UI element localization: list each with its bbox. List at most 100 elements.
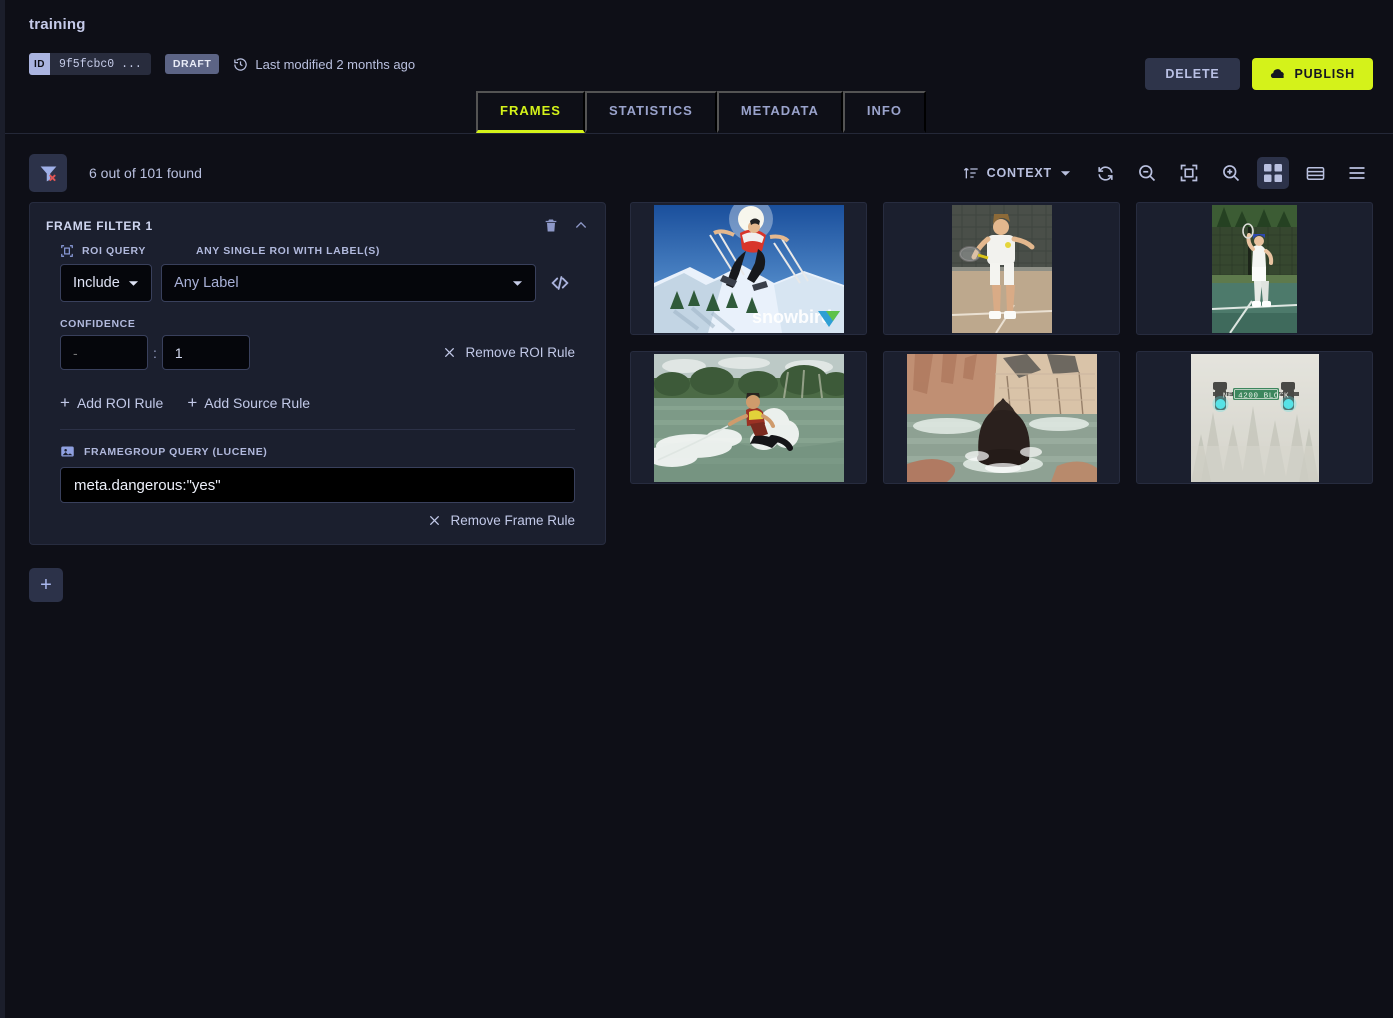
- zoom-out-button[interactable]: [1131, 157, 1163, 189]
- refresh-icon: [1096, 164, 1115, 183]
- add-source-rule-label: Add Source Rule: [204, 394, 311, 411]
- grid-view-icon: [1264, 164, 1282, 182]
- chevron-up-icon[interactable]: [573, 217, 589, 234]
- filter-card-title: FRAME FILTER 1: [46, 218, 153, 233]
- remove-roi-rule-label: Remove ROI Rule: [465, 345, 575, 360]
- chevron-down-icon: [1060, 168, 1071, 179]
- sort-context-dropdown[interactable]: CONTEXT: [955, 159, 1079, 187]
- frame-rule-actions: Remove Frame Rule: [60, 513, 575, 528]
- lucene-query-input[interactable]: [60, 467, 575, 503]
- fit-icon: [1179, 163, 1199, 183]
- page-header: training ID 9f5fcbc0 ... DRAFT Last modi…: [5, 0, 1393, 90]
- content-area: FRAME FILTER 1 ROI QUERY ANY SINGLE ROI …: [5, 194, 1393, 602]
- plus-icon: +: [60, 393, 70, 412]
- frame-rule: FRAMEGROUP QUERY (LUCENE) Remove Frame R…: [46, 430, 589, 528]
- confidence-label: CONFIDENCE: [60, 318, 136, 330]
- frame-thumbnail-bear[interactable]: [883, 351, 1120, 484]
- confidence-separator: :: [153, 344, 157, 361]
- sort-context-label: CONTEXT: [986, 166, 1052, 180]
- label-select[interactable]: Any Label: [161, 264, 536, 302]
- zoom-in-button[interactable]: [1215, 157, 1247, 189]
- frame-thumbnail-tennis-serving[interactable]: [1136, 202, 1373, 335]
- filter-card-header: FRAME FILTER 1: [46, 217, 589, 234]
- tab-frames[interactable]: FRAMES: [476, 91, 585, 133]
- status-badge: DRAFT: [164, 54, 220, 74]
- image-icon: [60, 444, 75, 459]
- remove-roi-rule-button[interactable]: Remove ROI Rule: [443, 345, 575, 360]
- list-view-button[interactable]: [1299, 157, 1331, 189]
- filter-column: FRAME FILTER 1 ROI QUERY ANY SINGLE ROI …: [29, 202, 606, 602]
- last-modified-text: Last modified 2 months ago: [255, 56, 416, 72]
- bear-sitting-in-water-image: [906, 353, 1097, 482]
- frame-thumbnail-tennis-forehand[interactable]: [883, 202, 1120, 335]
- skier-jumping-snowbird-image: snowbird: [653, 204, 844, 333]
- close-icon: [428, 514, 441, 527]
- roi-query-icon: [60, 244, 74, 258]
- remove-frame-rule-label: Remove Frame Rule: [450, 513, 575, 528]
- framegroup-label-row: FRAMEGROUP QUERY (LUCENE): [60, 444, 575, 459]
- id-chip-key: ID: [29, 53, 50, 75]
- code-icon: [549, 272, 571, 294]
- frame-thumbnail-skier[interactable]: snowbird: [630, 202, 867, 335]
- frame-thumbnail-wakeboarder[interactable]: [630, 351, 867, 484]
- confidence-max-input[interactable]: [161, 335, 250, 370]
- frame-filter-card: FRAME FILTER 1 ROI QUERY ANY SINGLE ROI …: [29, 202, 606, 545]
- include-exclude-value: Include: [73, 275, 120, 291]
- frames-toolbar: 6 out of 101 found CONTEXT: [5, 134, 1393, 194]
- code-view-button[interactable]: [545, 272, 575, 294]
- tennis-player-serving-image: [1212, 204, 1297, 333]
- fit-to-screen-button[interactable]: [1173, 157, 1205, 189]
- confidence-row: : Remove ROI Rule: [60, 335, 575, 370]
- delete-button[interactable]: DELETE: [1145, 58, 1240, 90]
- framegroup-query-label: FRAMEGROUP QUERY (LUCENE): [84, 445, 268, 458]
- id-chip-value: 9f5fcbc0 ...: [59, 57, 142, 71]
- tab-metadata[interactable]: METADATA: [716, 91, 843, 133]
- include-exclude-select[interactable]: Include: [60, 264, 153, 302]
- remove-frame-rule-button[interactable]: Remove Frame Rule: [428, 513, 575, 528]
- publish-button[interactable]: PUBLISH: [1251, 58, 1373, 90]
- trash-icon[interactable]: [543, 217, 559, 234]
- filter-clear-icon: [38, 163, 59, 184]
- toolbar-right: CONTEXT: [955, 157, 1373, 189]
- snowbird-watermark: snowbird: [752, 307, 840, 327]
- roi-rule-labels: ROI QUERY ANY SINGLE ROI WITH LABEL(S): [60, 244, 575, 258]
- traffic-light-in-fog-image: NE 4200 BLOCK: [1190, 353, 1319, 482]
- plus-icon: +: [187, 393, 198, 412]
- menu-button[interactable]: [1341, 157, 1373, 189]
- wakeboarder-on-lake-image: [653, 353, 844, 482]
- svg-text:snowbird: snowbird: [752, 307, 832, 327]
- refresh-button[interactable]: [1089, 157, 1121, 189]
- tab-statistics[interactable]: STATISTICS: [584, 91, 717, 133]
- cloud-upload-icon: [1270, 66, 1287, 83]
- add-roi-rule-label: Add ROI Rule: [76, 394, 164, 411]
- last-modified: Last modified 2 months ago: [233, 57, 415, 72]
- label-select-value: Any Label: [174, 275, 239, 291]
- close-icon: [443, 346, 456, 359]
- publish-button-label: PUBLISH: [1294, 67, 1355, 81]
- app-root: training ID 9f5fcbc0 ... DRAFT Last modi…: [5, 0, 1393, 1018]
- history-icon: [233, 57, 248, 72]
- id-chip[interactable]: ID 9f5fcbc0 ...: [29, 53, 151, 75]
- results-count: 6 out of 101 found: [89, 165, 202, 181]
- roi-controls: Include Any Label: [60, 264, 575, 302]
- add-source-rule-button[interactable]: + Add Source Rule: [187, 394, 310, 411]
- tab-bar: FRAMES STATISTICS METADATA INFO: [5, 91, 1393, 134]
- label-field-label: ANY SINGLE ROI WITH LABEL(S): [195, 245, 380, 257]
- add-rule-row: + Add ROI Rule + Add Source Rule: [60, 394, 575, 417]
- filter-card-actions: [543, 217, 589, 234]
- zoom-in-icon: [1221, 163, 1241, 183]
- frames-grid: snowbird NE 4200 BLOCK: [630, 202, 1373, 602]
- zoom-out-icon: [1137, 163, 1157, 183]
- sort-icon: [963, 165, 979, 181]
- menu-icon: [1347, 163, 1367, 183]
- page-title: training: [29, 16, 86, 33]
- header-actions: DELETE PUBLISH: [1145, 58, 1373, 90]
- confidence-min-input[interactable]: [60, 335, 148, 370]
- grid-view-button[interactable]: [1257, 157, 1289, 189]
- tab-info[interactable]: INFO: [842, 91, 926, 133]
- frame-thumbnail-traffic-light[interactable]: NE 4200 BLOCK: [1136, 351, 1373, 484]
- add-roi-rule-button[interactable]: + Add ROI Rule: [60, 394, 163, 411]
- filter-clear-button[interactable]: [29, 154, 67, 192]
- add-filter-button[interactable]: +: [29, 568, 63, 602]
- list-view-icon: [1306, 164, 1325, 183]
